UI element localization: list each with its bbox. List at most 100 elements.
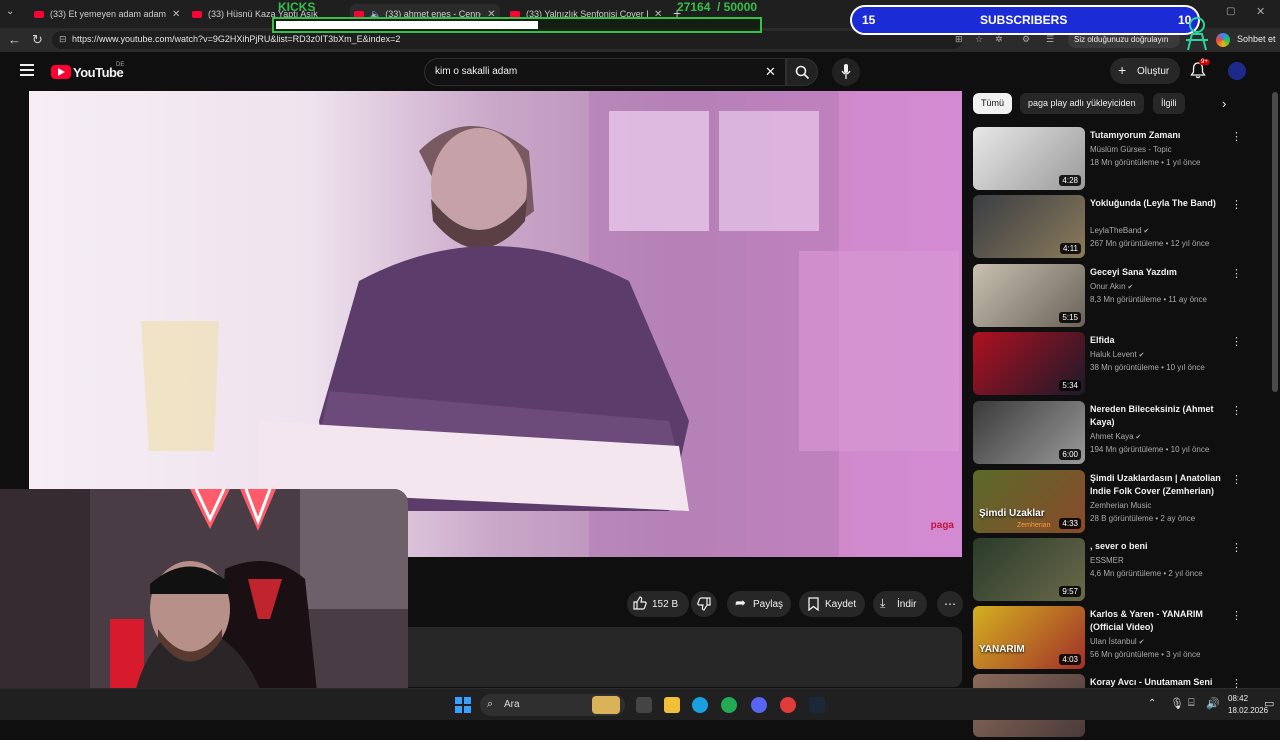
- create-button[interactable]: + Oluştur: [1110, 58, 1180, 84]
- more-vertical-icon[interactable]: ⋮: [1231, 130, 1242, 143]
- discord-icon[interactable]: [751, 697, 767, 713]
- like-button[interactable]: 152 B: [627, 591, 689, 617]
- save-button[interactable]: Kaydet: [799, 591, 865, 617]
- collections-icon[interactable]: ☰: [1046, 34, 1054, 45]
- more-vertical-icon[interactable]: ⋮: [1231, 335, 1242, 348]
- chat-label[interactable]: Sohbet et: [1237, 34, 1276, 44]
- video-thumbnail[interactable]: 5:34: [973, 332, 1085, 395]
- recommendation-item[interactable]: 5:15 Geceyi Sana Yazdım Onur Akın ✔ 8,3 Mn …: [973, 264, 1245, 330]
- edge-browser-icon[interactable]: [692, 697, 708, 713]
- video-title[interactable]: Elfida: [1090, 334, 1230, 347]
- site-info-icon[interactable]: ⊟: [59, 34, 67, 45]
- notification-center-icon[interactable]: ▭: [1264, 697, 1274, 710]
- clock-date[interactable]: 18.02.2026: [1228, 706, 1268, 715]
- star-icon[interactable]: ☆: [975, 34, 983, 45]
- video-title[interactable]: , sever o beni: [1090, 540, 1230, 553]
- tab-list-chevron-icon[interactable]: ⌄: [6, 6, 22, 22]
- share-button[interactable]: ➦ Paylaş: [727, 591, 791, 617]
- more-vertical-icon[interactable]: ⋮: [1231, 541, 1242, 554]
- video-thumbnail[interactable]: 4:11: [973, 195, 1085, 258]
- recommendation-item[interactable]: 5:34 Elfida Haluk Levent ✔ 38 Mn görüntülem…: [973, 332, 1245, 398]
- channel-name-text: LeylaTheBand: [1090, 226, 1142, 235]
- video-thumbnail[interactable]: 5:15: [973, 264, 1085, 327]
- microphone-tray-icon[interactable]: 🎙: [1170, 697, 1184, 710]
- copilot-icon[interactable]: [1216, 33, 1230, 47]
- recommendation-item[interactable]: 4:28 Tutamıyorum Zamanı Müslüm Gürses - To…: [973, 127, 1245, 193]
- volume-icon[interactable]: 🔊: [1206, 697, 1220, 710]
- taskbar-search[interactable]: ⌕ Ara: [480, 694, 625, 716]
- extensions-icon[interactable]: ✲: [995, 34, 1003, 45]
- channel-name[interactable]: Zemherian Music: [1090, 501, 1151, 510]
- video-title[interactable]: Tutamıyorum Zamanı: [1090, 129, 1230, 142]
- clock-time[interactable]: 08:42: [1228, 694, 1248, 703]
- channel-name[interactable]: Ulan İstanbul ✔: [1090, 637, 1145, 646]
- video-thumbnail[interactable]: Şimdi Uzaklar Zemherian 4:33: [973, 470, 1085, 533]
- task-view-icon[interactable]: [636, 697, 652, 713]
- verified-check-icon: ✔: [1125, 284, 1134, 291]
- video-thumbnail[interactable]: 9:57: [973, 538, 1085, 601]
- window-close-icon[interactable]: ✕: [1256, 5, 1265, 18]
- channel-name[interactable]: ESSMER: [1090, 556, 1124, 565]
- webcam-overlay: [0, 489, 408, 720]
- video-title[interactable]: Şimdi Uzaklardasın | Anatolian Indie Fol…: [1090, 472, 1230, 498]
- sync-icon[interactable]: ⚙: [1022, 34, 1030, 45]
- network-icon[interactable]: ⌸: [1188, 697, 1195, 710]
- dislike-button[interactable]: [691, 591, 717, 617]
- video-title[interactable]: Nereden Bileceksiniz (Ahmet Kaya): [1090, 403, 1230, 429]
- channel-name[interactable]: Müslüm Gürses - Topic: [1090, 145, 1172, 154]
- tab-1[interactable]: (33) Et yemeyen adam adam mıdır ✕: [34, 4, 184, 24]
- hamburger-menu-icon[interactable]: [20, 64, 34, 76]
- chip-related[interactable]: İlgili: [1153, 93, 1185, 114]
- search-highlight-icon: [592, 696, 620, 714]
- channel-name[interactable]: Ahmet Kaya ✔: [1090, 432, 1141, 441]
- more-vertical-icon[interactable]: ⋮: [1231, 609, 1242, 622]
- clear-search-icon[interactable]: ✕: [765, 64, 776, 80]
- page-scrollbar[interactable]: [1270, 52, 1280, 688]
- green-app-icon[interactable]: [721, 697, 737, 713]
- notifications-button[interactable]: 9+: [1190, 59, 1210, 80]
- more-vertical-icon[interactable]: ⋮: [1231, 404, 1242, 417]
- app-install-icon[interactable]: ⊞: [955, 34, 963, 45]
- chips-next-chevron-icon[interactable]: ›: [1222, 96, 1226, 111]
- recommendation-item[interactable]: 6:00 Nereden Bileceksiniz (Ahmet Kaya) Ahm…: [973, 401, 1245, 467]
- steam-icon[interactable]: [809, 697, 825, 713]
- start-button[interactable]: [455, 697, 471, 713]
- chip-all[interactable]: Tümü: [973, 93, 1013, 114]
- download-button[interactable]: ⤓ İndir: [873, 591, 927, 617]
- tab-close-icon[interactable]: ✕: [172, 9, 180, 20]
- more-vertical-icon[interactable]: ⋮: [1231, 473, 1242, 486]
- reload-icon[interactable]: ↻: [32, 32, 43, 48]
- channel-name[interactable]: Onur Akın ✔: [1090, 282, 1133, 291]
- kicks-current: 27164: [677, 0, 711, 14]
- avatar[interactable]: [1228, 62, 1246, 80]
- voice-search-button[interactable]: [832, 58, 860, 86]
- search-input[interactable]: kim o sakalli adam: [435, 66, 517, 77]
- video-player[interactable]: paga: [29, 91, 962, 557]
- more-vertical-icon[interactable]: ⋮: [1231, 267, 1242, 280]
- video-title[interactable]: Yokluğunda (Leyla The Band): [1090, 197, 1230, 210]
- video-title[interactable]: Karlos & Yaren - YANARIM (Official Video…: [1090, 608, 1230, 634]
- file-explorer-icon[interactable]: [664, 697, 680, 713]
- channel-name[interactable]: LeylaTheBand ✔: [1090, 226, 1149, 235]
- back-arrow-icon[interactable]: ←: [8, 32, 21, 47]
- scrollbar-thumb[interactable]: [1272, 92, 1278, 392]
- recommendation-item[interactable]: Şimdi Uzaklar Zemherian 4:33 Şimdi Uzaklard…: [973, 470, 1245, 536]
- video-title[interactable]: Geceyi Sana Yazdım: [1090, 266, 1230, 279]
- video-thumbnail[interactable]: YANARIM 4:03: [973, 606, 1085, 669]
- chip-from-uploader[interactable]: paga play adlı yükleyiciden: [1020, 93, 1144, 114]
- more-vertical-icon[interactable]: ⋮: [1231, 198, 1242, 211]
- recommendation-item[interactable]: YANARIM 4:03 Karlos & Yaren - YANARIM (Off…: [973, 606, 1245, 672]
- channel-name[interactable]: Haluk Levent ✔: [1090, 350, 1145, 359]
- window-maximize-icon[interactable]: ▢: [1226, 6, 1235, 17]
- video-thumbnail[interactable]: 6:00: [973, 401, 1085, 464]
- youtube-logo-icon[interactable]: [51, 65, 71, 79]
- search-button[interactable]: [786, 58, 818, 86]
- recommendation-item[interactable]: 4:11 Yokluğunda (Leyla The Band) LeylaTheB…: [973, 195, 1245, 261]
- recommendation-item[interactable]: 9:57 , sever o beni ESSMER 4,6 Mn görüntüle…: [973, 538, 1245, 604]
- more-actions-button[interactable]: ⋯: [937, 591, 963, 617]
- download-arrow-icon: ⤓: [880, 596, 886, 610]
- tray-chevron-icon[interactable]: ⌃: [1148, 698, 1156, 709]
- media-app-icon[interactable]: [780, 697, 796, 713]
- video-thumbnail[interactable]: 4:28: [973, 127, 1085, 190]
- search-box[interactable]: kim o sakalli adam ✕: [424, 58, 786, 86]
